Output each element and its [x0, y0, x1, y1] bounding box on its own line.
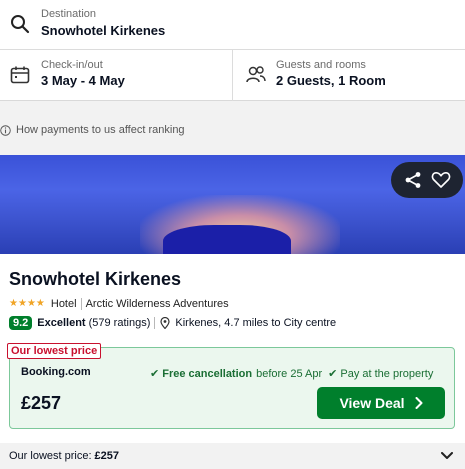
destination-label: Destination: [41, 8, 97, 20]
deal-perks: ✔ Free cancellation before 25 Apr ✔ Pay …: [150, 367, 439, 381]
rating-word: Excellent: [37, 317, 86, 329]
hotel-name[interactable]: Snowhotel Kirkenes: [9, 269, 181, 290]
hotel-image[interactable]: [0, 155, 465, 254]
check-icon: ✔: [150, 368, 160, 380]
search-icon: [11, 15, 30, 34]
view-deal-button[interactable]: View Deal: [317, 387, 445, 419]
hotel-meta: ★ ★ ★ ★ Hotel Arctic Wilderness Adventur…: [9, 297, 229, 311]
search-summary: Destination Snowhotel Kirkenes Check-in/…: [0, 0, 465, 101]
lowest-price-label: Our lowest price:: [9, 450, 92, 462]
checkin-label: Check-in/out: [41, 59, 103, 71]
lowest-price-value: £257: [94, 450, 120, 462]
rating-row: 9.2 Excellent (579 ratings) Kirkenes, 4.…: [9, 315, 336, 331]
hotel-location: Kirkenes, 4.7 miles to City centre: [175, 317, 337, 329]
info-icon: [0, 124, 11, 136]
destination-value: Snowhotel Kirkenes: [41, 23, 166, 38]
star-rating: ★ ★ ★ ★: [9, 299, 45, 309]
destination-field[interactable]: Destination Snowhotel Kirkenes: [0, 0, 465, 50]
chevron-right-icon: [415, 397, 423, 409]
guests-label: Guests and rooms: [276, 59, 366, 71]
share-icon[interactable]: [404, 171, 422, 189]
check-icon: ✔: [328, 368, 338, 380]
calendar-icon: [10, 66, 30, 84]
free-cancellation-date: before 25 Apr: [256, 367, 323, 380]
checkin-value: 3 May - 4 May: [41, 73, 125, 88]
star-icon: ★: [35, 298, 45, 309]
star-icon: ★: [9, 298, 18, 309]
pin-icon: [160, 317, 170, 329]
hotel-card[interactable]: Snowhotel Kirkenes ★ ★ ★ ★ Hotel Arctic …: [0, 155, 465, 443]
view-deal-label: View Deal: [339, 395, 405, 411]
payments-ranking-link[interactable]: How payments to us affect ranking: [0, 122, 185, 138]
hero-ice-sculpture: [163, 225, 291, 254]
rating-score-badge: 9.2: [9, 316, 33, 330]
guests-icon: [246, 66, 266, 83]
divider: [154, 317, 156, 329]
guests-value: 2 Guests, 1 Room: [276, 73, 386, 88]
heart-icon[interactable]: [431, 171, 451, 189]
pay-at-property: Pay at the property: [340, 367, 434, 380]
guests-field[interactable]: Guests and rooms 2 Guests, 1 Room: [234, 50, 465, 101]
hotel-type: Hotel: [50, 298, 77, 310]
deal-box[interactable]: Booking.com ✔ Free cancellation before 2…: [9, 347, 455, 429]
checkin-field[interactable]: Check-in/out 3 May - 4 May: [0, 50, 233, 101]
hotel-category: Arctic Wilderness Adventures: [85, 298, 229, 310]
divider: [80, 298, 82, 310]
payments-note-text: How payments to us affect ranking: [16, 124, 185, 136]
lowest-price-toggle[interactable]: Our lowest price: £257: [0, 443, 465, 469]
star-icon: ★: [26, 298, 36, 309]
star-icon: ★: [17, 298, 27, 309]
lowest-price-badge: Our lowest price: [7, 343, 102, 359]
rating-count: (579 ratings): [88, 317, 151, 329]
free-cancellation: Free cancellation: [162, 367, 253, 380]
deal-provider: Booking.com: [21, 366, 91, 378]
deal-price: £257: [21, 393, 62, 413]
chevron-down-icon: [441, 452, 453, 459]
action-pill: [391, 162, 463, 198]
